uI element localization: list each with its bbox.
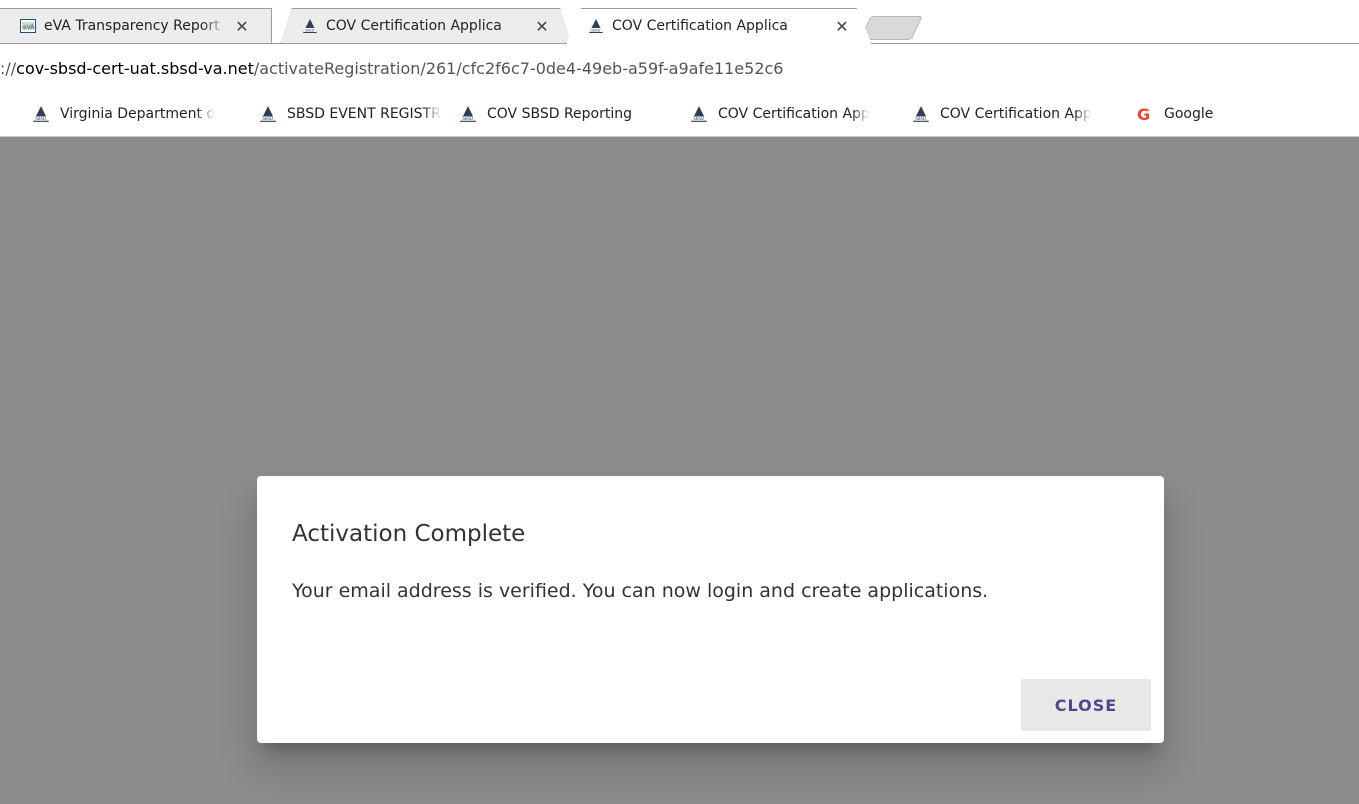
- dialog-message: Your email address is verified. You can …: [292, 580, 989, 602]
- tab-close-icon[interactable]: ✕: [234, 17, 250, 36]
- dialog-title: Activation Complete: [292, 521, 526, 547]
- bookmark-virginia-department[interactable]: SBSD Virginia Department o: [32, 103, 246, 125]
- svg-text:SBSD: SBSD: [35, 116, 46, 121]
- bookmark-label: Google: [1164, 106, 1214, 122]
- svg-text:SBSD: SBSD: [262, 116, 273, 121]
- url-path: /activateRegistration/261/cfc2f6c7-0de4-…: [253, 59, 784, 78]
- svg-text:SBSD: SBSD: [305, 29, 315, 33]
- bookmark-cov-certification-app-1[interactable]: SBSD COV Certification App: [690, 103, 908, 125]
- activation-dialog: Activation Complete Your email address i…: [257, 476, 1164, 743]
- bookmark-sbsd-event-registration[interactable]: SBSD SBSD EVENT REGISTR: [259, 103, 459, 125]
- bookmark-cov-certification-app-2[interactable]: SBSD COV Certification App: [912, 103, 1130, 125]
- new-tab-button[interactable]: [859, 16, 923, 40]
- sbsd-favicon-icon: SBSD: [912, 105, 930, 123]
- sbsd-favicon-icon: SBSD: [459, 105, 477, 123]
- address-bar[interactable]: ://cov-sbsd-cert-uat.sbsd-va.net/activat…: [0, 44, 1359, 93]
- bookmark-google[interactable]: G Google: [1136, 103, 1236, 125]
- url-scheme: ://: [0, 59, 17, 78]
- sbsd-favicon-icon: SBSD: [259, 105, 277, 123]
- bookmark-label: COV Certification App: [718, 106, 870, 122]
- bookmark-label: COV SBSD Reporting: [487, 106, 632, 122]
- tab-close-icon[interactable]: ✕: [534, 17, 550, 36]
- tab-cov-certification-active[interactable]: SBSD COV Certification Applica ✕: [566, 8, 872, 44]
- svg-text:SBSD: SBSD: [915, 116, 926, 121]
- bookmarks-bar: SBSD Virginia Department o SBSD SBSD EVE…: [0, 92, 1359, 137]
- tab-strip: eVA eVA Transparency Report ✕ SBSD COV C…: [0, 0, 1359, 44]
- svg-text:SBSD: SBSD: [591, 29, 601, 33]
- google-icon: G: [1136, 105, 1154, 123]
- url-text[interactable]: ://cov-sbsd-cert-uat.sbsd-va.net/activat…: [0, 59, 783, 78]
- tab-eva-transparency[interactable]: eVA eVA Transparency Report ✕: [0, 8, 272, 44]
- sbsd-favicon-icon: SBSD: [588, 18, 604, 34]
- svg-text:eVA: eVA: [23, 24, 35, 31]
- svg-text:SBSD: SBSD: [462, 116, 473, 121]
- tab-cov-certification-1[interactable]: SBSD COV Certification Applica ✕: [280, 8, 572, 44]
- bookmark-label: COV Certification App: [940, 106, 1092, 122]
- url-host: cov-sbsd-cert-uat.sbsd-va.net: [16, 59, 254, 78]
- tab-title: COV Certification Applica: [612, 18, 788, 34]
- bookmark-label: SBSD EVENT REGISTR: [287, 106, 441, 122]
- svg-text:SBSD: SBSD: [693, 116, 704, 121]
- tab-close-icon[interactable]: ✕: [834, 17, 850, 36]
- bookmark-cov-sbsd-reporting[interactable]: SBSD COV SBSD Reporting: [459, 103, 689, 125]
- sbsd-favicon-icon: SBSD: [690, 105, 708, 123]
- bookmark-label: Virginia Department o: [60, 106, 215, 122]
- close-button[interactable]: CLOSE: [1021, 679, 1151, 731]
- eva-favicon-icon: eVA: [20, 18, 36, 34]
- sbsd-favicon-icon: SBSD: [302, 18, 318, 34]
- sbsd-favicon-icon: SBSD: [32, 105, 50, 123]
- tab-title: COV Certification Applica: [326, 18, 502, 34]
- tab-title: eVA Transparency Report: [44, 18, 220, 34]
- svg-text:G: G: [1137, 105, 1150, 123]
